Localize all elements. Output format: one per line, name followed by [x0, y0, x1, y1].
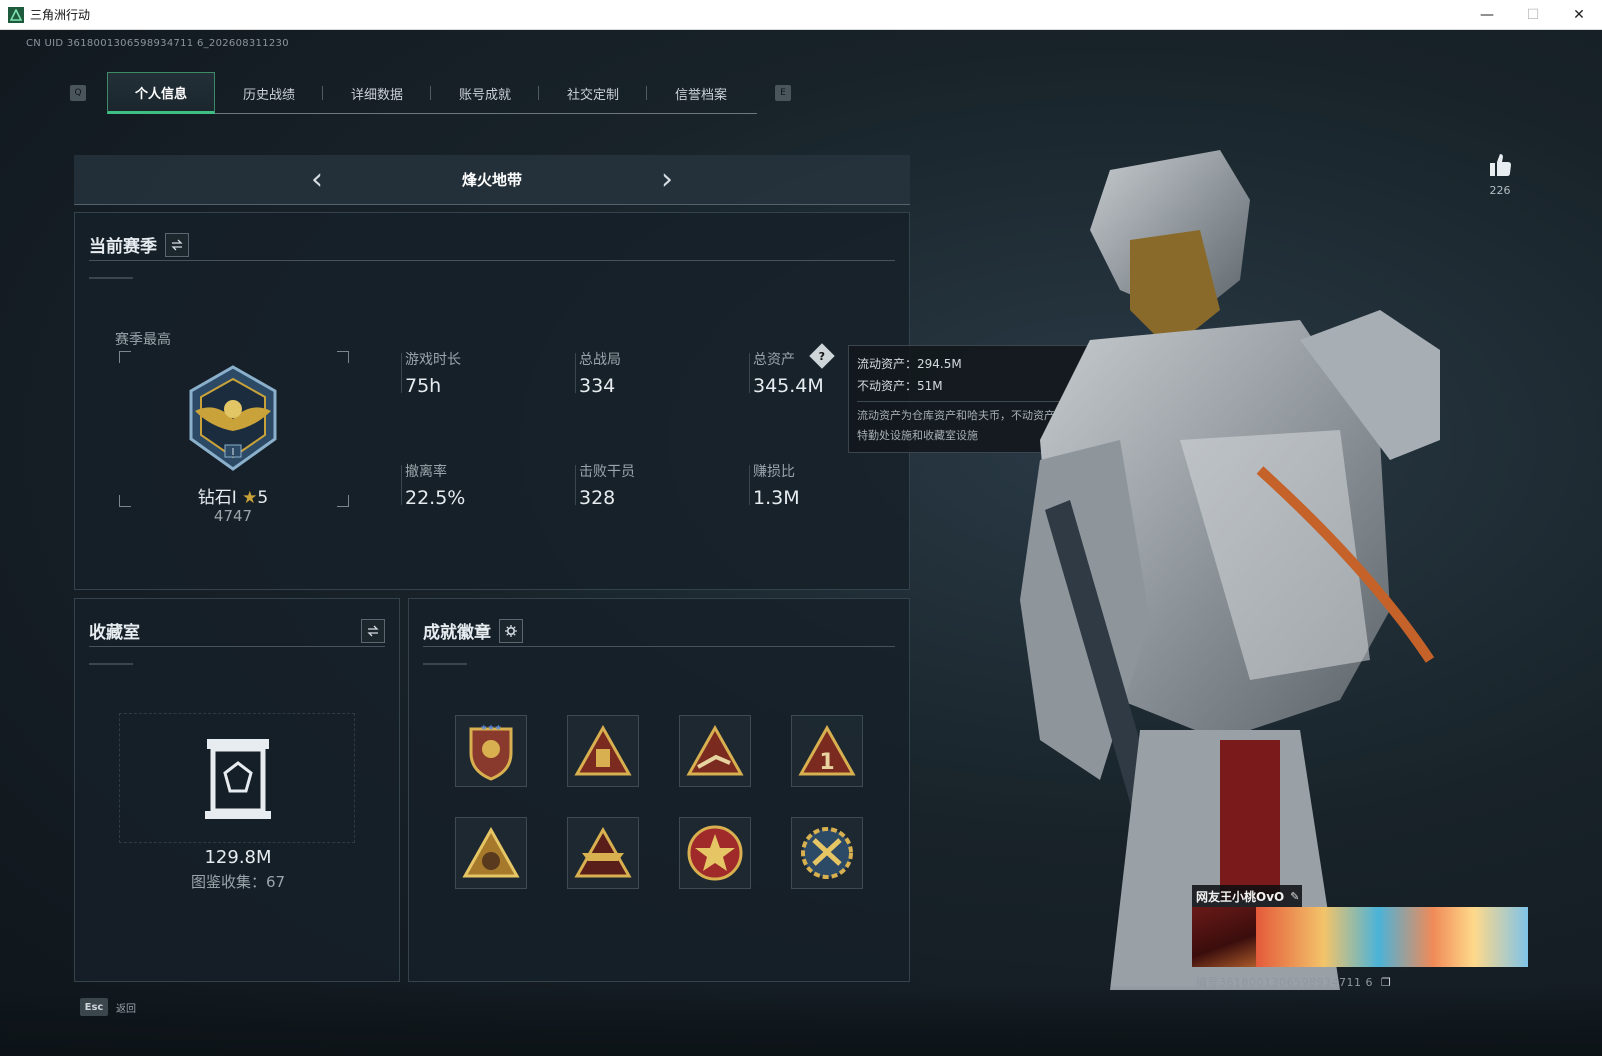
rank-emblem-icon: I: [175, 361, 291, 481]
operator-character-image: [920, 140, 1480, 990]
tab-reputation[interactable]: 信誉档案: [647, 72, 755, 114]
stat-value-extract-rate: 22.5%: [405, 487, 466, 509]
swap-season-button[interactable]: [165, 232, 189, 257]
stat-label-kills: 击败干员: [579, 464, 635, 480]
header-accent-line: [89, 277, 133, 279]
back-label: 返回: [116, 1004, 136, 1015]
season-title: 当前赛季: [89, 237, 157, 257]
badge-slot-3[interactable]: [679, 715, 751, 787]
title-bar: 三角洲行动 — ☐ ✕: [0, 0, 1602, 30]
star-badge-icon: [687, 825, 743, 881]
stat-value-matches: 334: [579, 375, 616, 397]
stat-label-assets: 总资产: [753, 352, 795, 368]
main-tabs: Q 个人信息 历史战绩 详细数据 账号成就 社交定制 信誉档案 E: [70, 72, 791, 114]
badge-slot-5[interactable]: [455, 817, 527, 889]
badges-panel: 成就徽章 ★★★ 1: [408, 598, 910, 982]
stat-value-kills: 328: [579, 487, 616, 509]
season-best-label: 赛季最高: [115, 332, 171, 348]
triangle-badge-bars-icon: [574, 725, 632, 776]
minimize-button[interactable]: —: [1464, 0, 1510, 30]
collection-title: 收藏室: [89, 623, 140, 643]
svg-text:★★★: ★★★: [480, 723, 502, 732]
badges-title: 成就徽章: [423, 623, 491, 643]
star-icon: ★: [242, 488, 258, 508]
stat-value-profit-ratio: 1.3M: [753, 487, 800, 509]
bottom-bar: [0, 985, 1602, 1056]
triangle-badge-prone-icon: [686, 725, 744, 776]
likes-widget[interactable]: 226: [1480, 152, 1520, 197]
badge-settings-button[interactable]: [499, 618, 523, 643]
namecard-banner: [1192, 907, 1528, 967]
badge-slot-8[interactable]: [791, 817, 863, 889]
stat-label-extract-rate: 撤离率: [405, 464, 447, 480]
season-panel: 当前赛季 赛季最高 I 钻石I ★5 4747 游戏时长 75h 总战局 334…: [74, 212, 910, 590]
badge-slot-1[interactable]: ★★★: [455, 715, 527, 787]
tab-detailed-data[interactable]: 详细数据: [323, 72, 431, 114]
game-content: CN UID 3618001306598934711 6_20260831123…: [0, 30, 1602, 1056]
stat-value-playtime: 75h: [405, 375, 442, 397]
triangle-badge-emblem-icon: [462, 827, 520, 878]
mode-title: 烽火地带: [461, 171, 522, 189]
mode-selector: ‹ 烽火地带 ›: [74, 155, 910, 205]
tab-match-history[interactable]: 历史战绩: [215, 72, 323, 114]
badge-slot-4[interactable]: 1: [791, 715, 863, 787]
maximize-button[interactable]: ☐: [1510, 0, 1556, 30]
uid-line: CN UID 3618001306598934711 6_20260831123…: [26, 38, 289, 49]
frame-corner: [337, 495, 349, 507]
codex-count: 图鉴收集：67: [190, 873, 286, 891]
swap-icon: [367, 625, 379, 636]
key-hint-q: Q: [70, 85, 86, 101]
edit-icon[interactable]: ✎: [1290, 890, 1299, 903]
collection-panel: 收藏室 129.8M 图鉴收集：67: [74, 598, 400, 982]
banner-cartoon-art: [1256, 907, 1528, 967]
triangle-badge-1-icon: 1: [798, 725, 856, 776]
stat-label-playtime: 游戏时长: [405, 352, 461, 368]
shield-badge-icon: ★★★: [469, 723, 513, 781]
help-icon[interactable]: ?: [809, 343, 835, 369]
rank-score: 4747: [213, 507, 253, 525]
window-title: 三角洲行动: [30, 8, 91, 22]
triangle-badge-wings-icon: [574, 827, 632, 878]
likes-count: 226: [1489, 184, 1511, 197]
svg-text:1: 1: [819, 750, 834, 775]
key-hint-e: E: [775, 85, 791, 101]
swap-icon: [171, 239, 183, 250]
svg-text:I: I: [232, 447, 235, 458]
tab-social-custom[interactable]: 社交定制: [539, 72, 647, 114]
vault-icon: [203, 737, 273, 825]
stat-label-profit-ratio: 赚损比: [753, 464, 795, 480]
swap-collection-button[interactable]: [361, 618, 385, 643]
frame-corner: [337, 351, 349, 363]
player-name: 网友王小桃OvO: [1196, 889, 1285, 904]
collection-value: 129.8M: [204, 847, 272, 868]
badge-slot-7[interactable]: [679, 817, 751, 889]
next-mode-arrow-icon[interactable]: ›: [652, 164, 682, 195]
badge-slot-2[interactable]: [567, 715, 639, 787]
badge-slot-6[interactable]: [567, 817, 639, 889]
frame-corner: [119, 351, 131, 363]
prev-mode-arrow-icon[interactable]: ‹: [302, 164, 332, 195]
rank-stars: 5: [257, 488, 269, 508]
rank-name: 钻石I: [197, 488, 237, 508]
frame-corner: [119, 495, 131, 507]
banner-sword-art: [1192, 907, 1256, 967]
player-namecard[interactable]: 网友王小桃OvO ✎: [1192, 885, 1528, 967]
close-button[interactable]: ✕: [1556, 0, 1602, 30]
rank-name-row: 钻石I ★5: [175, 483, 291, 508]
gear-icon: [505, 624, 517, 637]
gear-shield-badge-icon: [801, 827, 853, 879]
tab-personal-info[interactable]: 个人信息: [107, 72, 215, 114]
app-logo-icon: [8, 6, 24, 23]
stat-value-assets: 345.4M: [753, 375, 824, 397]
game-window: 三角洲行动 — ☐ ✕ CN UID 3618001306598934711 6…: [0, 0, 1602, 1056]
thumbs-up-icon: [1490, 154, 1511, 176]
player-name-row: 网友王小桃OvO ✎: [1192, 885, 1302, 907]
tab-achievements[interactable]: 账号成就: [431, 72, 539, 114]
esc-key-button[interactable]: Esc: [80, 998, 108, 1016]
stat-label-matches: 总战局: [579, 352, 621, 368]
